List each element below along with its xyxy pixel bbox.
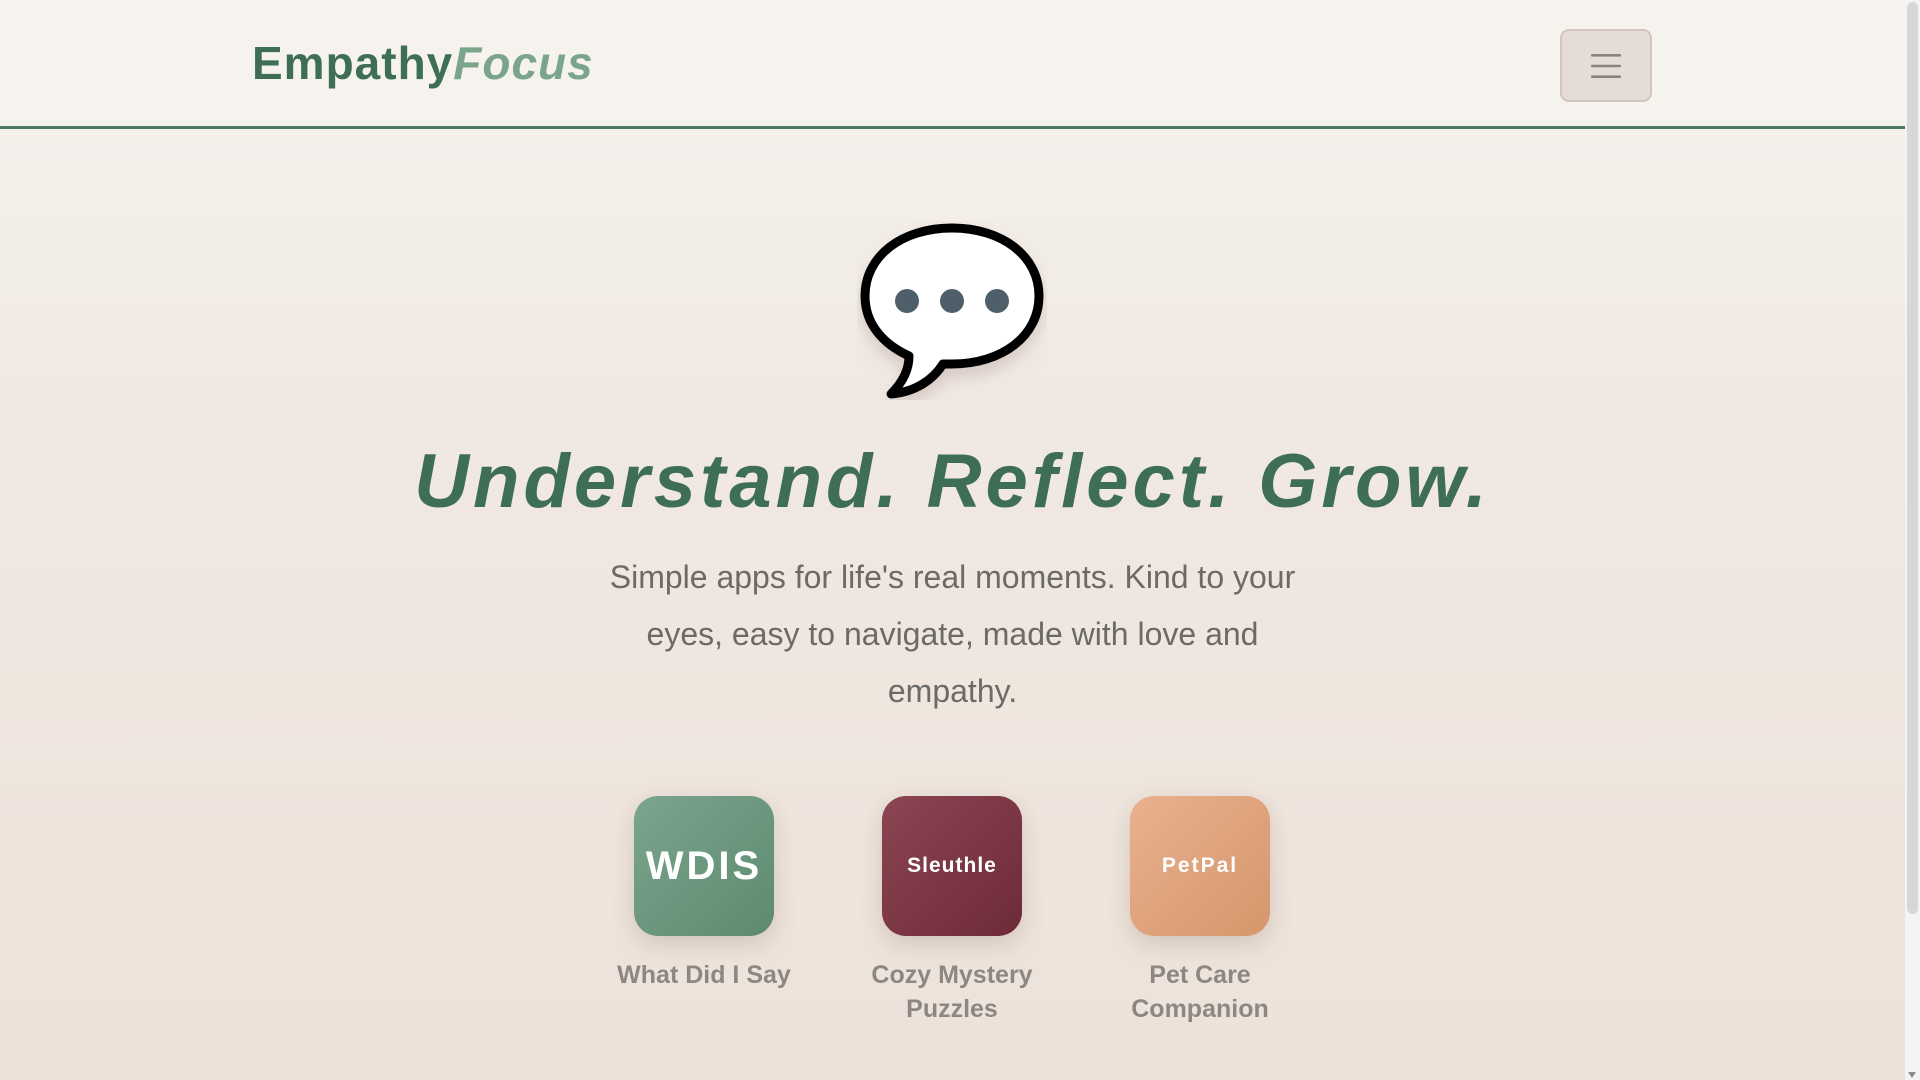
speech-bubble-icon (860, 223, 1044, 399)
scroll-down-arrow-icon[interactable] (1908, 1072, 1916, 1078)
app-tile-sleuthle[interactable]: Sleuthle (882, 796, 1022, 936)
app-tile-label: WDIS (645, 843, 763, 888)
app-tile-wdis[interactable]: WDIS (634, 796, 774, 936)
menu-button[interactable] (1560, 29, 1652, 102)
app-name: Cozy Mystery Puzzles (871, 961, 1033, 1023)
hamburger-menu-icon (1591, 53, 1621, 78)
app-card-wdis[interactable]: WDIS What Did I Say (614, 796, 794, 992)
hero-subtitle: Simple apps for life's real moments. Kin… (609, 559, 1296, 709)
app-card-petpal[interactable]: PetPal Pet Care Companion (1110, 796, 1290, 1026)
site-logo[interactable]: EmpathyFocus (252, 36, 594, 90)
app-tile-label: Sleuthle (907, 854, 997, 877)
app-tile-label: PetPal (1161, 854, 1239, 877)
vertical-scrollbar[interactable] (1905, 0, 1920, 1080)
app-tile-petpal[interactable]: PetPal (1130, 796, 1270, 936)
page: EmpathyFocus Understand. Reflect. Grow. … (0, 0, 1905, 1080)
site-header: EmpathyFocus (0, 0, 1905, 129)
scrollbar-thumb[interactable] (1907, 2, 1918, 914)
app-name: Pet Care Companion (1131, 961, 1269, 1023)
logo-text-empathy: Empathy (252, 37, 454, 89)
app-name: What Did I Say (617, 961, 791, 989)
logo-text-focus: Focus (453, 37, 594, 89)
hero-title: Understand. Reflect. Grow. (414, 439, 1491, 524)
app-card-sleuthle[interactable]: Sleuthle Cozy Mystery Puzzles (862, 796, 1042, 1026)
